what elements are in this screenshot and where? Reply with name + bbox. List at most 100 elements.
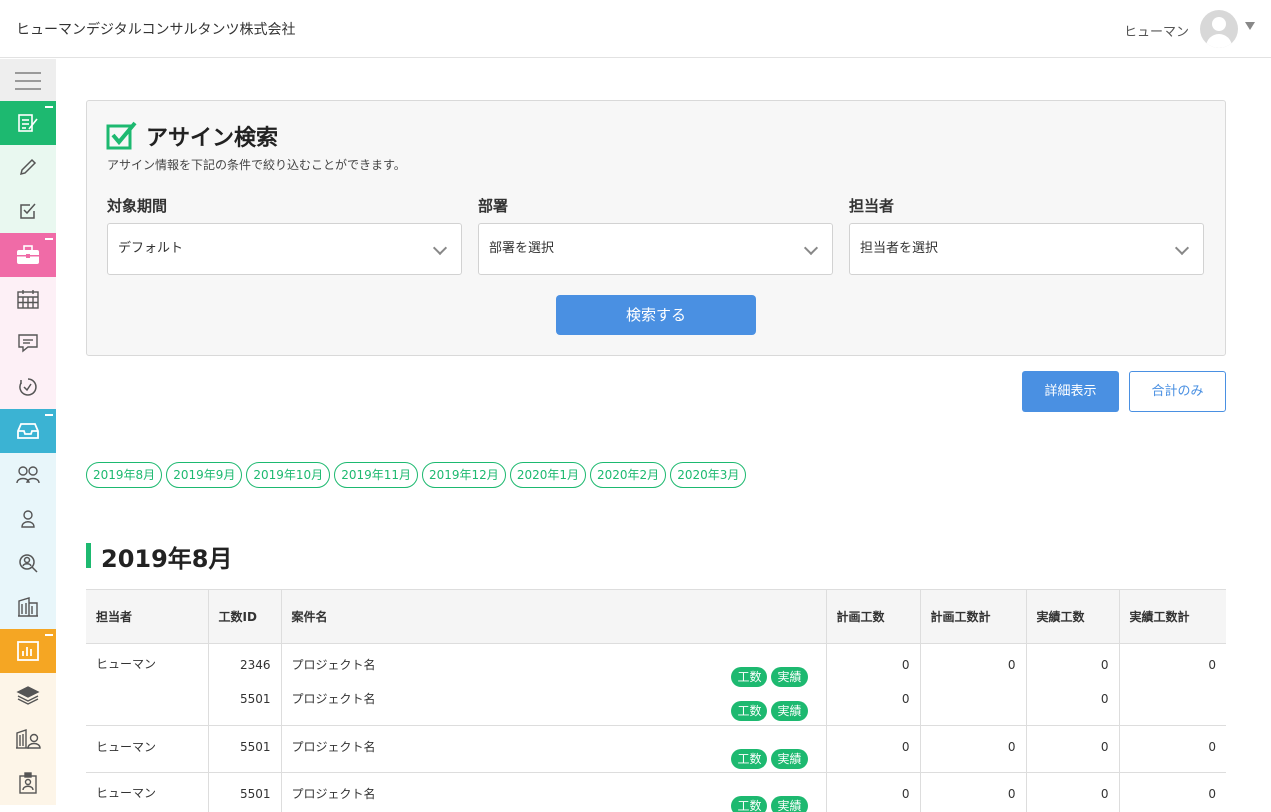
check-title-icon <box>106 121 137 150</box>
table-row: ヒューマン 2346 5501 プロジェクト名 工数 実績 プロジェクト名 工数実… <box>86 643 1226 726</box>
company-name[interactable]: ヒューマンデジタルコンサルタンツ株式会社 <box>16 19 295 39</box>
staff-name: ヒューマン <box>96 786 157 800</box>
sidebar-item-inbox[interactable] <box>0 409 56 453</box>
user-search-icon <box>19 554 38 573</box>
col-header-actual: 実績工数 <box>1025 589 1119 644</box>
plan-hours: 0 <box>901 692 910 706</box>
project-name[interactable]: プロジェクト名 <box>292 740 376 754</box>
chevron-down-icon <box>432 240 448 256</box>
month-chip[interactable]: 2019年9月 <box>166 462 243 488</box>
layers-icon <box>16 686 40 705</box>
plan-total: 0 <box>1007 740 1016 754</box>
actual-total: 0 <box>1208 787 1216 801</box>
period-label: 対象期間 <box>107 197 168 215</box>
calendar-icon <box>17 290 39 309</box>
hours-tag[interactable]: 工数 <box>731 796 768 812</box>
sidebar-item-company-users[interactable] <box>0 717 56 761</box>
month-chip[interactable]: 2019年10月 <box>246 462 331 488</box>
staff-label: 担当者 <box>849 197 895 215</box>
menu-icon <box>15 72 41 90</box>
timer-icon <box>19 378 37 396</box>
person-icon <box>21 510 35 528</box>
hours-tag[interactable]: 工数 <box>731 701 768 721</box>
top-bar: ヒューマンデジタルコンサルタンツ株式会社 ヒューマン <box>0 0 1271 58</box>
search-description: アサイン情報を下記の条件で絞り込むことができます。 <box>107 158 406 172</box>
project-name[interactable]: プロジェクト名 <box>292 787 376 801</box>
total-only-button[interactable]: 合計のみ <box>1129 371 1226 412</box>
staff-select-value: 担当者を選択 <box>860 241 939 256</box>
period-select-value: デフォルト <box>118 241 184 256</box>
actual-hours: 0 <box>1100 787 1109 801</box>
col-header-plan: 計画工数 <box>825 589 920 644</box>
col-header-staff: 担当者 <box>86 589 208 644</box>
col-header-project: 案件名 <box>280 589 826 644</box>
sidebar-item-timer[interactable] <box>0 365 56 409</box>
user-name[interactable]: ヒューマン <box>1124 21 1189 40</box>
results-tag[interactable]: 実績 <box>771 701 808 721</box>
sidebar <box>0 59 56 812</box>
sidebar-item-report[interactable] <box>0 101 56 145</box>
building-icon <box>18 597 38 617</box>
search-button[interactable]: 検索する <box>556 295 756 335</box>
sidebar-item-groups[interactable] <box>0 453 56 497</box>
actual-hours: 0 <box>1100 692 1109 706</box>
work-id: 5501 <box>239 740 271 754</box>
plan-hours: 0 <box>901 787 910 801</box>
actual-hours: 0 <box>1100 658 1109 672</box>
work-id: 5501 <box>239 787 271 801</box>
sidebar-item-edit[interactable] <box>0 145 56 189</box>
month-chip[interactable]: 2020年2月 <box>590 462 667 488</box>
plan-total: 0 <box>1007 787 1016 801</box>
work-id: 2346 <box>239 658 271 672</box>
hours-tag[interactable]: 工数 <box>731 749 768 769</box>
chevron-down-icon <box>1174 240 1190 256</box>
month-chip[interactable]: 2019年8月 <box>86 462 163 488</box>
briefcase-icon <box>17 245 39 264</box>
sidebar-item-user-search[interactable] <box>0 541 56 585</box>
user-menu-caret-icon[interactable] <box>1245 22 1255 30</box>
results-tag[interactable]: 実績 <box>771 749 808 769</box>
table-row: ヒューマン 5501 プロジェクト名 工数 実績 0 0 0 0 <box>86 725 1226 773</box>
detail-view-button[interactable]: 詳細表示 <box>1022 371 1119 412</box>
sidebar-item-calendar[interactable] <box>0 277 56 321</box>
staff-name: ヒューマン <box>96 657 157 671</box>
avatar[interactable] <box>1200 10 1238 48</box>
sidebar-item-comments[interactable] <box>0 321 56 365</box>
table-row: ヒューマン 5501 プロジェクト名 工数 実績 0 0 0 0 <box>86 772 1226 812</box>
report-edit-icon <box>18 114 38 132</box>
sidebar-item-id-card[interactable] <box>0 761 56 805</box>
sidebar-item-projects[interactable] <box>0 233 56 277</box>
search-title: アサイン検索 <box>146 126 279 151</box>
plan-total: 0 <box>1007 658 1016 672</box>
sidebar-item-approve[interactable] <box>0 189 56 233</box>
staff-select[interactable]: 担当者を選択 <box>849 223 1204 275</box>
sidebar-menu-toggle[interactable] <box>0 59 56 103</box>
period-select[interactable]: デフォルト <box>107 223 462 275</box>
col-header-actual-total: 実績工数計 <box>1118 589 1226 644</box>
actual-hours: 0 <box>1100 740 1109 754</box>
month-chip[interactable]: 2020年3月 <box>670 462 747 488</box>
department-select[interactable]: 部署を選択 <box>478 223 833 275</box>
sidebar-item-layers[interactable] <box>0 673 56 717</box>
sidebar-item-analytics[interactable] <box>0 629 56 673</box>
project-name[interactable]: プロジェクト名 <box>292 692 376 706</box>
sidebar-item-company[interactable] <box>0 585 56 629</box>
month-chip[interactable]: 2019年11月 <box>334 462 418 488</box>
bar-chart-icon <box>17 641 39 661</box>
work-id: 5501 <box>239 692 271 706</box>
sidebar-item-users[interactable] <box>0 497 56 541</box>
project-name[interactable]: プロジェクト名 <box>292 658 376 672</box>
month-chip[interactable]: 2020年1月 <box>509 462 586 488</box>
comment-icon <box>18 334 38 353</box>
group-icon <box>16 466 40 484</box>
plan-hours: 0 <box>901 658 910 672</box>
section-accent-bar <box>86 543 91 568</box>
results-tag[interactable]: 実績 <box>771 796 808 812</box>
section-title: 2019年8月 <box>101 545 233 573</box>
department-select-value: 部署を選択 <box>489 241 555 256</box>
month-chip[interactable]: 2019年12月 <box>422 462 506 488</box>
checkbox-icon <box>20 203 36 219</box>
actual-total: 0 <box>1208 658 1216 672</box>
month-chips: 2019年8月 2019年9月 2019年10月 2019年11月 2019年1… <box>86 462 747 488</box>
staff-name: ヒューマン <box>96 740 157 754</box>
